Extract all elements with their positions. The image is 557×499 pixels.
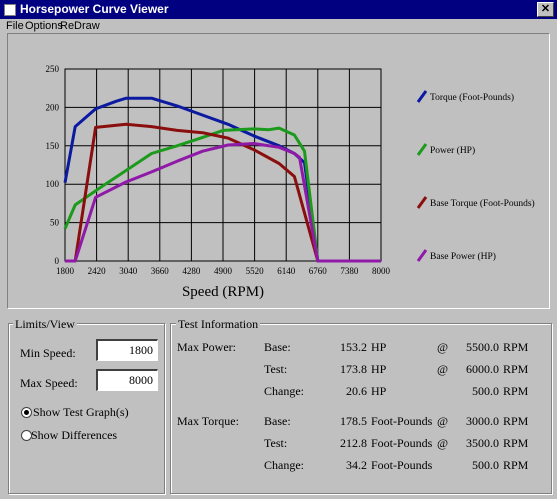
power-row-at: @: [437, 340, 449, 354]
x-tick-label: 6140: [277, 266, 296, 276]
legend-swatch: [416, 249, 428, 262]
torque-row-at: @: [437, 436, 449, 450]
x-tick-label: 7380: [340, 266, 359, 276]
power-row-rpm-unit: RPM: [503, 384, 529, 398]
torque-row-label: Test:: [264, 436, 288, 450]
power-row-at: @: [437, 362, 449, 376]
max-speed-input[interactable]: 8000: [96, 369, 158, 391]
min-speed-input[interactable]: 1800: [96, 339, 158, 361]
min-speed-label: Min Speed:: [20, 346, 76, 360]
torque-row-rpm-unit: RPM: [503, 458, 529, 472]
menu-bar: File Options ReDraw: [0, 19, 557, 33]
x-tick-label: 1800: [56, 266, 75, 276]
power-row-rpm-unit: RPM: [503, 340, 529, 354]
torque-row-rpm-unit: RPM: [503, 414, 529, 428]
show-test-graph-label[interactable]: Show Test Graph(s): [33, 405, 129, 420]
torque-row-rpm: 3000.0: [466, 414, 499, 428]
chart-panel: 1800 2420 3040 3660 4280 4900 5520 6140 6760 7380…: [7, 33, 550, 309]
torque-row-rpm-unit: RPM: [503, 436, 529, 450]
max-power-label: Max Power:: [177, 340, 236, 354]
menu-redraw[interactable]: ReDraw: [60, 19, 100, 33]
legend-swatch: [416, 143, 428, 156]
x-tick-label: 6760: [309, 266, 328, 276]
power-row-unit: HP: [371, 362, 387, 376]
torque-row-label: Change:: [264, 458, 304, 472]
power-row-label: Base:: [264, 340, 291, 354]
window-title: Horsepower Curve Viewer: [20, 2, 169, 16]
max-torque-label: Max Torque:: [177, 414, 239, 428]
x-tick-label: 4280: [182, 266, 201, 276]
y-tick-label: 200: [46, 102, 60, 112]
legend-swatch: [416, 196, 428, 209]
test-info-title: Test Information: [176, 317, 261, 332]
y-tick-label: 250: [46, 64, 60, 74]
torque-row-rpm: 500.0: [472, 458, 499, 472]
x-tick-label: 3040: [119, 266, 138, 276]
power-row-unit: HP: [371, 384, 387, 398]
y-tick-label: 0: [55, 256, 60, 266]
torque-row-unit: Foot-Pounds: [371, 436, 433, 450]
app-icon[interactable]: [4, 4, 16, 16]
y-tick-label: 100: [46, 179, 60, 189]
horsepower-chart: 1800 2420 3040 3660 4280 4900 5520 6140 6760 7380…: [46, 64, 535, 300]
x-tick-label: 2420: [88, 266, 107, 276]
show-test-graph-radio[interactable]: [21, 407, 32, 418]
x-tick-label: 5520: [246, 266, 265, 276]
max-speed-label: Max Speed:: [20, 376, 78, 390]
torque-row-value: 212.8: [340, 436, 367, 450]
power-row-unit: HP: [371, 340, 387, 354]
show-differences-label[interactable]: Show Differences: [31, 428, 117, 443]
legend-swatch: [416, 90, 428, 103]
title-bar: Horsepower Curve Viewer ✕: [0, 0, 557, 19]
power-row-rpm: 6000.0: [466, 362, 499, 376]
torque-row-unit: Foot-Pounds: [371, 414, 433, 428]
torque-row-rpm: 3500.0: [466, 436, 499, 450]
legend-label: Power (HP): [430, 145, 475, 156]
torque-row-value: 34.2: [346, 458, 367, 472]
y-tick-label: 50: [50, 218, 60, 228]
menu-options[interactable]: Options: [25, 19, 63, 33]
power-row-rpm: 5500.0: [466, 340, 499, 354]
power-row-value: 173.8: [340, 362, 367, 376]
torque-row-label: Base:: [264, 414, 291, 428]
x-tick-label: 3660: [151, 266, 170, 276]
close-button[interactable]: ✕: [537, 2, 554, 17]
y-tick-label: 150: [46, 141, 60, 151]
legend-label: Base Power (HP): [430, 251, 496, 262]
torque-row-at: @: [437, 414, 449, 428]
torque-row-value: 178.5: [340, 414, 367, 428]
power-row-rpm-unit: RPM: [503, 362, 529, 376]
power-row-label: Test:: [264, 362, 288, 376]
limits-view-title: Limits/View: [13, 317, 77, 332]
legend-label: Torque (Foot-Pounds): [430, 92, 514, 103]
x-tick-label: 8000: [372, 266, 391, 276]
power-row-label: Change:: [264, 384, 304, 398]
power-row-rpm: 500.0: [472, 384, 499, 398]
x-axis-label: Speed (RPM): [182, 284, 264, 300]
menu-file[interactable]: File: [6, 19, 24, 33]
power-row-value: 153.2: [340, 340, 367, 354]
x-tick-label: 4900: [214, 266, 233, 276]
legend-label: Base Torque (Foot-Pounds): [430, 198, 535, 209]
power-row-value: 20.6: [346, 384, 367, 398]
torque-row-unit: Foot-Pounds: [371, 458, 433, 472]
